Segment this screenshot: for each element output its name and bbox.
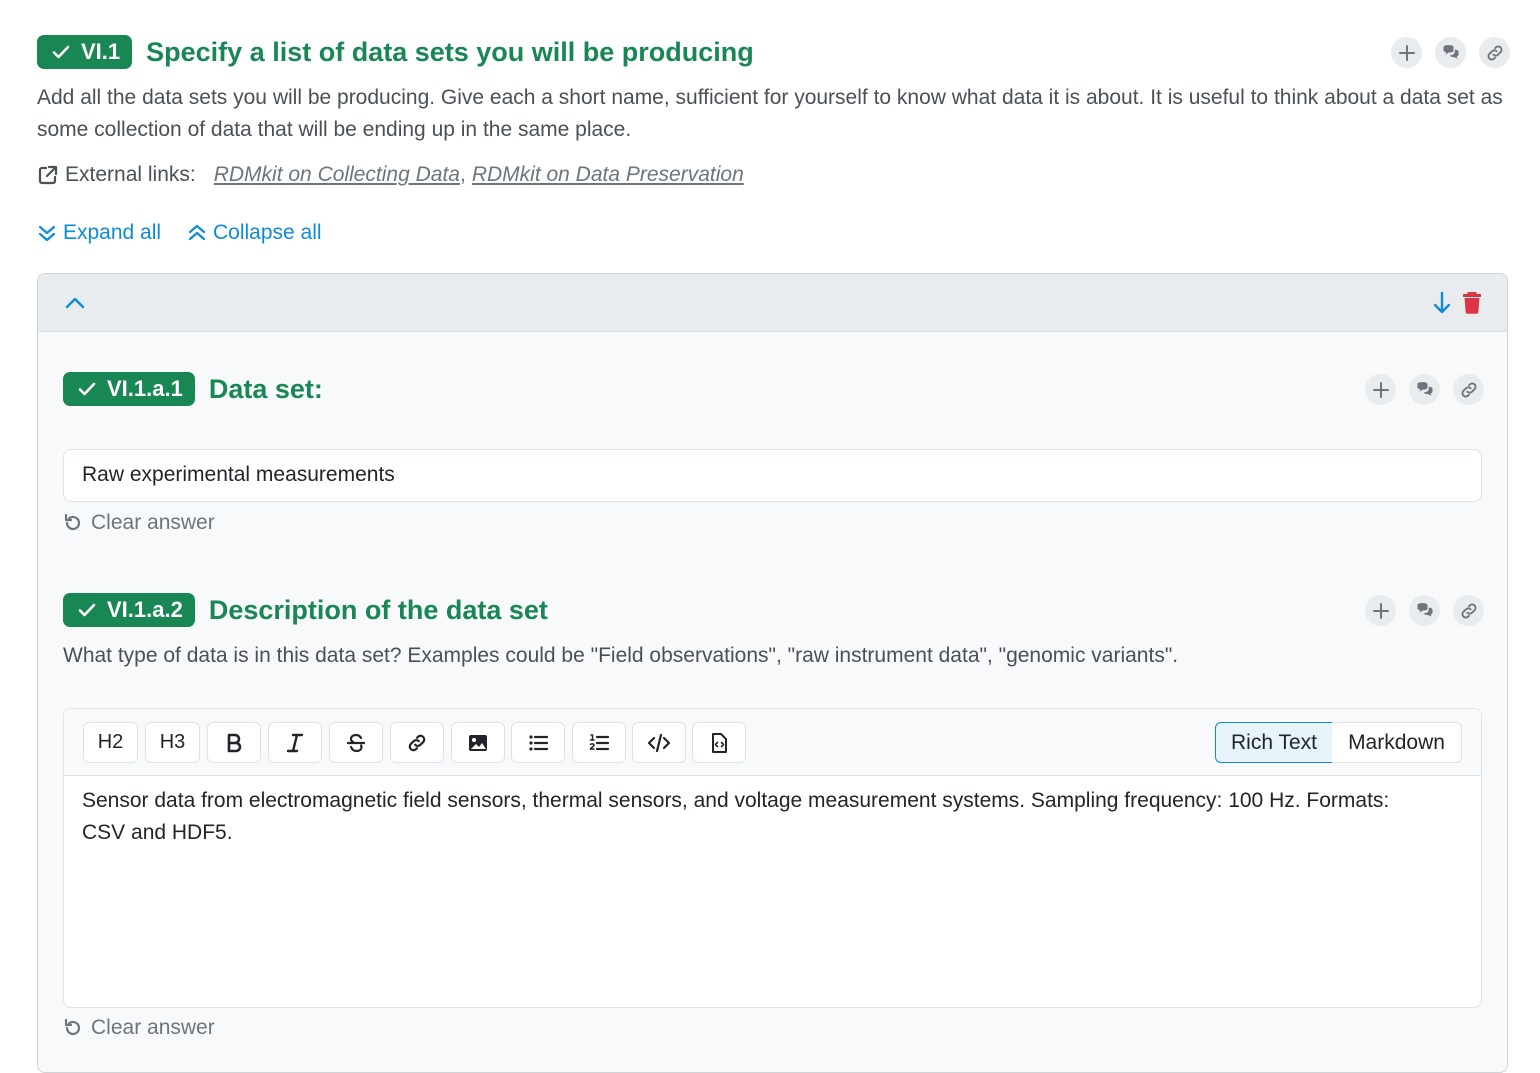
comments-icon (1417, 381, 1432, 396)
collapse-item-button[interactable] (63, 291, 87, 315)
move-down-button[interactable] (1431, 290, 1455, 316)
link-button[interactable] (1453, 374, 1484, 405)
heading2-button[interactable]: H2 (83, 722, 138, 763)
chevron-up-icon (65, 297, 85, 309)
link-icon (408, 734, 426, 751)
external-links-label: External links: (65, 163, 196, 186)
plus-icon (1372, 602, 1389, 619)
description-badge-label: VI.1.a.2 (107, 597, 183, 622)
numbered-list-icon (589, 733, 610, 750)
undo-icon (64, 1018, 81, 1036)
bullet-list-button[interactable] (511, 722, 565, 763)
expand-all-label: Expand all (63, 221, 162, 244)
question-header: VI.1 Specify a list of data sets you wil… (37, 35, 754, 69)
bold-button[interactable] (207, 722, 261, 763)
description-badge: VI.1.a.2 (63, 593, 195, 627)
bullet-list-icon (529, 734, 549, 751)
heading3-button[interactable]: H3 (145, 722, 200, 763)
comments-button[interactable] (1409, 374, 1440, 405)
delete-item-button[interactable] (1462, 290, 1484, 316)
strikethrough-icon (346, 733, 366, 752)
bold-icon (227, 733, 242, 752)
trash-icon (1463, 292, 1481, 314)
undo-icon (64, 513, 81, 531)
editor-toolbar: H2 H3 Rich Text Markdown (64, 709, 1481, 776)
link-button[interactable] (1479, 37, 1510, 68)
double-chevron-down-icon (38, 225, 56, 242)
plus-icon (1372, 381, 1389, 398)
check-icon (78, 382, 96, 396)
clear-answer-button[interactable]: Clear answer (63, 511, 215, 535)
add-button[interactable] (1391, 37, 1422, 68)
link-rdmkit-collecting[interactable]: RDMkit on Collecting Data (214, 159, 460, 191)
description-question-header: VI.1.a.2 Description of the data set (63, 593, 548, 627)
add-button[interactable] (1365, 595, 1396, 626)
clear-answer-label: Clear answer (91, 511, 215, 534)
link-button[interactable] (1453, 595, 1484, 626)
image-button[interactable] (451, 722, 505, 763)
link-icon (1487, 45, 1502, 60)
item-panel-header (38, 274, 1507, 332)
comments-icon (1443, 44, 1458, 59)
rich-text-editor: H2 H3 Rich Text Markdown Sensor data fro… (63, 708, 1482, 1008)
link-icon (1461, 603, 1476, 618)
check-icon (78, 603, 96, 617)
code-button[interactable] (632, 722, 686, 763)
collapse-all-button[interactable]: Collapse all (187, 217, 322, 249)
add-button[interactable] (1365, 374, 1396, 405)
external-links: External links: RDMkit on Collecting Dat… (37, 159, 744, 191)
file-code-icon (712, 732, 727, 753)
arrow-down-icon (1433, 291, 1451, 314)
plus-icon (1398, 44, 1415, 61)
italic-button[interactable] (268, 722, 322, 763)
code-block-button[interactable] (692, 722, 746, 763)
code-icon (648, 733, 670, 752)
question-actions (1391, 37, 1510, 68)
dataset-name-input[interactable]: Raw experimental measurements (63, 449, 1482, 502)
image-icon (469, 734, 487, 751)
dataset-badge: VI.1.a.1 (63, 372, 195, 406)
description-question-title: Description of the data set (208, 594, 548, 625)
comments-icon (1417, 602, 1432, 617)
editor-content[interactable]: Sensor data from electromagnetic field s… (82, 785, 1421, 849)
link-insert-button[interactable] (390, 722, 444, 763)
dataset-question-actions (1365, 374, 1484, 405)
clear-answer-button-2[interactable]: Clear answer (63, 1016, 215, 1040)
numbered-list-button[interactable] (572, 722, 626, 763)
question-description: Add all the data sets you will be produc… (37, 86, 1503, 141)
rich-text-mode-button[interactable]: Rich Text (1215, 722, 1333, 763)
strikethrough-button[interactable] (329, 722, 383, 763)
description-question-text: What type of data is in this data set? E… (63, 644, 1179, 667)
dataset-badge-label: VI.1.a.1 (107, 376, 183, 401)
link-icon (1461, 382, 1476, 397)
dataset-question-title: Data set: (208, 373, 323, 404)
link-separator: , (459, 163, 466, 186)
collapse-all-label: Collapse all (213, 221, 322, 244)
question-badge-label: VI.1 (81, 39, 121, 64)
description-question-actions (1365, 595, 1484, 626)
check-icon (52, 45, 70, 59)
question-title: Specify a list of data sets you will be … (146, 36, 754, 67)
comments-button[interactable] (1409, 595, 1440, 626)
double-chevron-up-icon (188, 224, 206, 241)
external-link-icon (38, 165, 58, 185)
dataset-item-panel: VI.1.a.1 Data set: Raw experimental meas… (37, 273, 1508, 1073)
clear-answer-label: Clear answer (91, 1016, 215, 1039)
comments-button[interactable] (1435, 37, 1466, 68)
expand-all-button[interactable]: Expand all (37, 217, 161, 249)
dataset-question-header: VI.1.a.1 Data set: (63, 372, 323, 406)
link-rdmkit-preservation[interactable]: RDMkit on Data Preservation (472, 159, 744, 191)
italic-icon (286, 733, 304, 752)
question-badge: VI.1 (37, 35, 133, 69)
markdown-mode-button[interactable]: Markdown (1332, 722, 1462, 763)
